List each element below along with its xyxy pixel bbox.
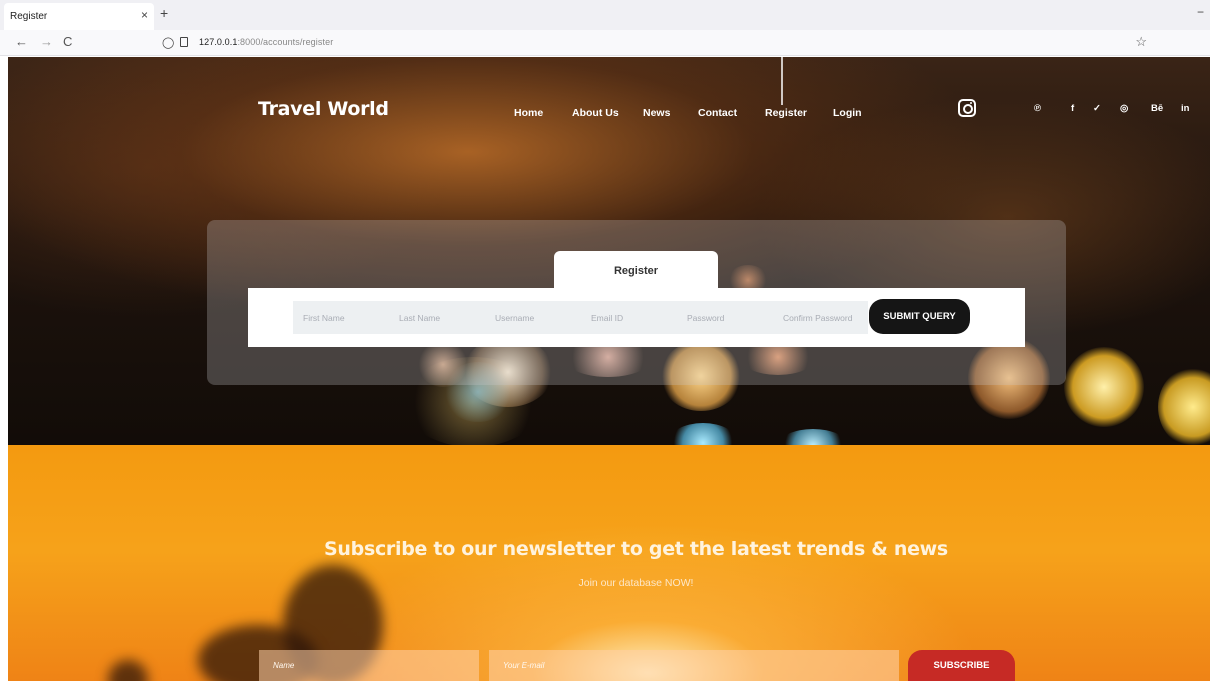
- page-icon: [180, 37, 188, 47]
- bokeh-light: [668, 423, 738, 445]
- url-path: :8000/accounts/register: [237, 37, 334, 47]
- close-icon[interactable]: ×: [141, 8, 148, 22]
- password-input[interactable]: [677, 301, 769, 334]
- url-host: 127.0.0.1: [199, 37, 238, 47]
- dribbble-icon[interactable]: ◎: [1120, 103, 1128, 114]
- confirm-password-input[interactable]: [773, 301, 868, 334]
- browser-nav-bar: ← → C ◯ 127.0.0.1:8000/accounts/register…: [0, 30, 1210, 56]
- twitter-icon[interactable]: ✓: [1093, 103, 1101, 114]
- bookmark-star-icon[interactable]: ☆: [1135, 34, 1147, 50]
- pinterest-icon[interactable]: ℗: [1034, 103, 1041, 114]
- nav-link-about-us[interactable]: About Us: [572, 107, 619, 119]
- hero-section: Travel World Home About Us News Contact …: [8, 57, 1210, 445]
- tab-title: Register: [10, 11, 48, 22]
- bokeh-light: [1158, 367, 1210, 445]
- newsletter-name-input[interactable]: [259, 650, 479, 681]
- bokeh-light: [778, 429, 848, 445]
- username-input[interactable]: [485, 301, 577, 334]
- instagram-icon[interactable]: [958, 99, 976, 117]
- newsletter-title: Subscribe to our newsletter to get the l…: [324, 538, 948, 560]
- submit-query-button[interactable]: SUBMIT QUERY: [869, 299, 970, 334]
- reload-icon[interactable]: C: [63, 35, 72, 49]
- divider-line: [781, 57, 783, 105]
- back-arrow-icon[interactable]: ←: [15, 35, 28, 49]
- minimize-icon[interactable]: −: [1197, 5, 1204, 19]
- subscribe-button[interactable]: SUBSCRIBE: [908, 650, 1015, 681]
- shield-icon: ◯: [162, 37, 175, 49]
- newsletter-subtitle: Join our database NOW!: [578, 577, 694, 589]
- register-tab[interactable]: Register: [554, 251, 718, 291]
- nav-link-contact[interactable]: Contact: [698, 107, 737, 119]
- nav-link-news[interactable]: News: [643, 107, 670, 119]
- nav-link-login[interactable]: Login: [833, 107, 862, 119]
- email-input[interactable]: [581, 301, 673, 334]
- page-viewport: Travel World Home About Us News Contact …: [8, 57, 1210, 681]
- register-tab-label: Register: [613, 265, 659, 277]
- url-text: 127.0.0.1:8000/accounts/register: [199, 37, 333, 47]
- new-tab-icon[interactable]: +: [160, 5, 168, 21]
- bokeh-light: [1064, 347, 1144, 427]
- site-logo[interactable]: Travel World: [258, 98, 389, 120]
- forward-arrow-icon[interactable]: →: [40, 35, 53, 49]
- last-name-input[interactable]: [389, 301, 481, 334]
- address-bar[interactable]: ◯ 127.0.0.1:8000/accounts/register ☆: [150, 33, 1155, 53]
- silhouette-shape: [108, 660, 148, 681]
- behance-icon[interactable]: Bē: [1151, 103, 1163, 114]
- register-fields: [293, 301, 868, 334]
- facebook-icon[interactable]: f: [1071, 103, 1074, 114]
- browser-tab-bar: Register × + −: [0, 0, 1210, 30]
- newsletter-email-input[interactable]: [489, 650, 899, 681]
- newsletter-section: Subscribe to our newsletter to get the l…: [8, 445, 1210, 681]
- first-name-input[interactable]: [293, 301, 385, 334]
- nav-link-home[interactable]: Home: [514, 107, 543, 119]
- register-form: SUBMIT QUERY: [248, 288, 1025, 347]
- linkedin-icon[interactable]: in: [1181, 103, 1189, 114]
- nav-link-register[interactable]: Register: [765, 107, 807, 119]
- browser-tab[interactable]: Register ×: [4, 3, 154, 30]
